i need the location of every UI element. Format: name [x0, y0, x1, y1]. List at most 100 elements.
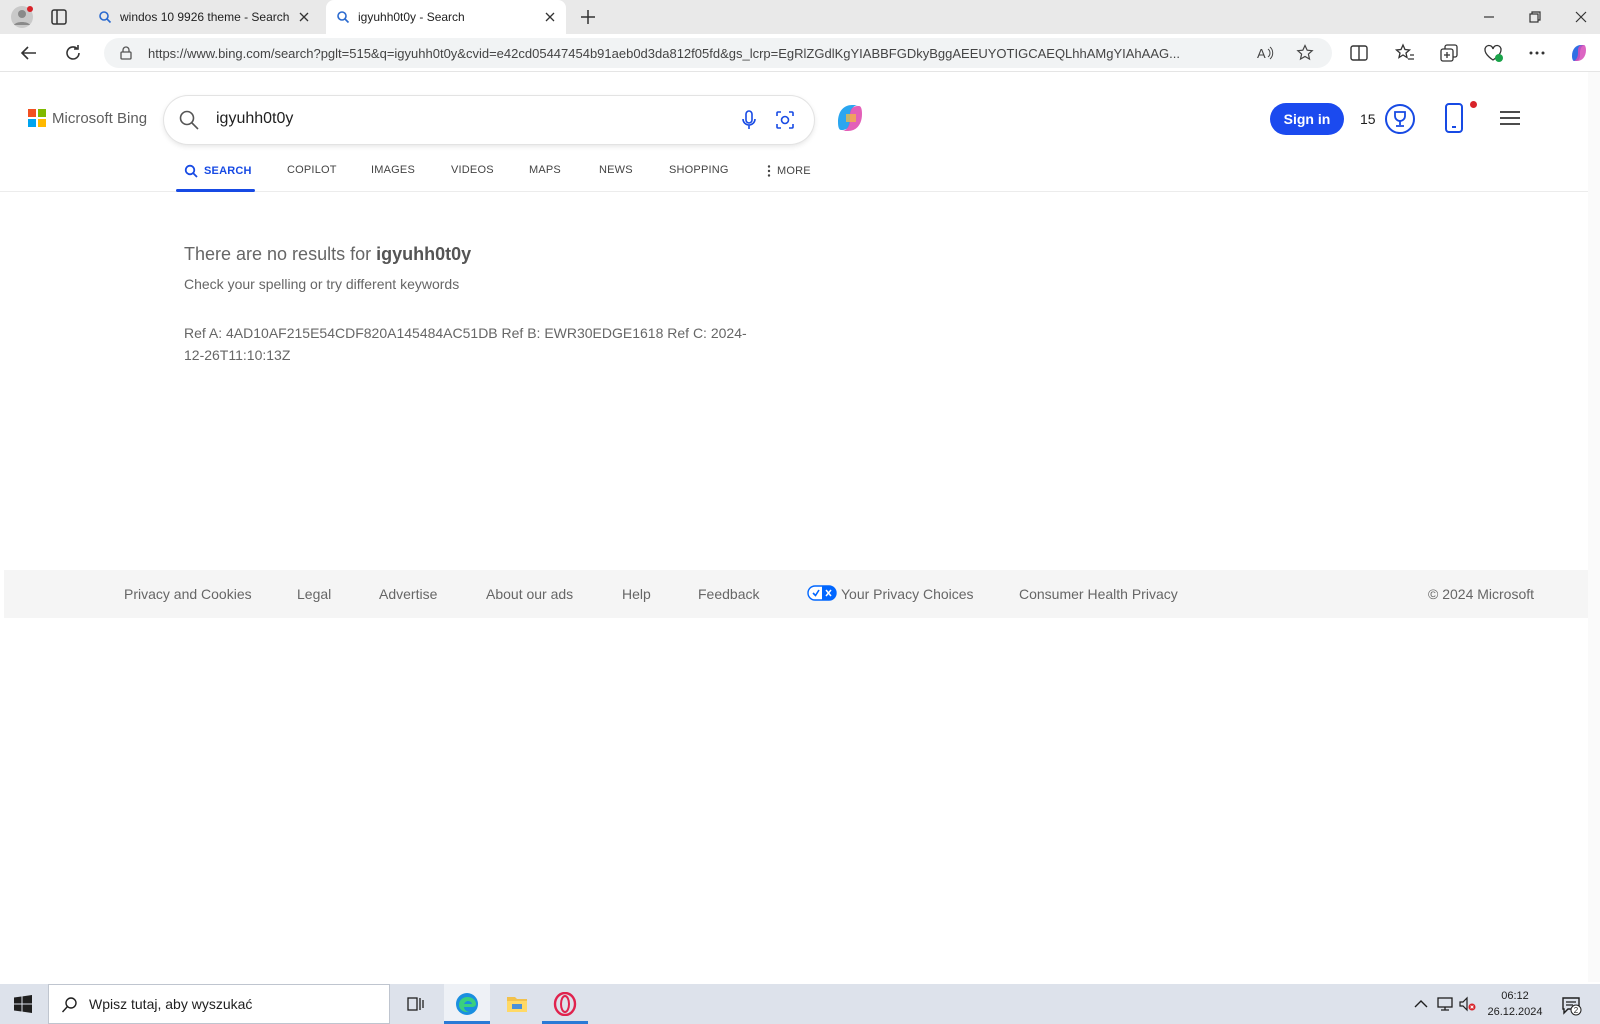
microsoft-logo-icon	[28, 109, 46, 127]
read-aloud-icon[interactable]: A	[1256, 44, 1274, 62]
footer-link-advertise[interactable]: Advertise	[379, 586, 437, 602]
sign-in-button[interactable]: Sign in	[1270, 103, 1344, 135]
taskbar-search-box[interactable]: Wpisz tutaj, aby wyszukać	[48, 984, 390, 1024]
notification-dot	[1470, 101, 1477, 108]
taskbar-file-explorer[interactable]	[494, 984, 540, 1024]
search-nav-bar: SEARCH COPILOT IMAGES VIDEOS MAPS NEWS S…	[0, 156, 1596, 192]
bing-wordmark: Microsoft Bing	[52, 109, 148, 127]
rewards-points[interactable]: 15	[1360, 111, 1376, 127]
tab-actions-icon[interactable]	[50, 8, 68, 26]
rewards-trophy-icon[interactable]	[1384, 103, 1416, 135]
nav-label: VIDEOS	[451, 164, 494, 176]
opera-browser-icon	[553, 992, 577, 1016]
profile-avatar-icon[interactable]	[10, 5, 34, 29]
taskbar-edge[interactable]	[444, 984, 490, 1024]
reference-ids: Ref A: 4AD10AF215E54CDF820A145484AC51DB …	[184, 325, 747, 363]
search-icon[interactable]	[178, 109, 200, 131]
hamburger-menu-icon[interactable]	[1498, 106, 1522, 130]
tab-title: windos 10 9926 theme - Search	[120, 10, 290, 24]
spelling-hint: Check your spelling or try different key…	[184, 276, 460, 292]
taskbar-search-placeholder: Wpisz tutaj, aby wyszukać	[89, 996, 253, 1012]
footer-link-legal[interactable]: Legal	[297, 586, 331, 602]
tab-videos[interactable]: VIDEOS	[451, 164, 494, 176]
action-center-icon[interactable]: 2	[1560, 994, 1582, 1016]
windows-taskbar: Wpisz tutaj, aby wyszukać 06:12 26.12.20…	[0, 984, 1600, 1024]
address-bar[interactable]: https://www.bing.com/search?pglt=515&q=i…	[104, 38, 1332, 68]
task-view-icon[interactable]	[406, 994, 426, 1014]
close-tab-icon[interactable]	[296, 9, 312, 25]
search-input[interactable]	[216, 110, 696, 128]
lock-icon[interactable]	[118, 45, 134, 61]
system-clock[interactable]: 06:12 26.12.2024	[1480, 988, 1550, 1020]
clock-date: 26.12.2024	[1487, 1006, 1543, 1018]
footer-link-privacy-cookies[interactable]: Privacy and Cookies	[124, 586, 252, 602]
tab-search[interactable]: SEARCH	[184, 164, 252, 178]
tab-images[interactable]: IMAGES	[371, 164, 415, 176]
visual-search-icon[interactable]	[774, 109, 796, 131]
browser-toolbar: https://www.bing.com/search?pglt=515&q=i…	[0, 34, 1600, 72]
privacy-choices-icon[interactable]	[807, 585, 837, 601]
footer-link-consumer-health[interactable]: Consumer Health Privacy	[1019, 586, 1178, 602]
tab-news[interactable]: NEWS	[599, 164, 633, 176]
network-icon[interactable]	[1436, 995, 1454, 1013]
close-window-icon[interactable]	[1570, 6, 1592, 28]
search-favicon-icon	[99, 11, 112, 24]
footer-link-help[interactable]: Help	[622, 586, 651, 602]
volume-muted-icon[interactable]	[1458, 995, 1476, 1013]
clock-time: 06:12	[1501, 990, 1529, 1002]
tab-maps[interactable]: MAPS	[529, 164, 561, 176]
tab-copilot[interactable]: COPILOT	[287, 164, 337, 176]
browser-tab-strip: windos 10 9926 theme - Search igyuhh0t0y…	[0, 0, 1600, 34]
page-footer: Privacy and Cookies Legal Advertise Abou…	[4, 570, 1596, 618]
browser-essentials-icon[interactable]	[1482, 42, 1504, 64]
nav-label: MAPS	[529, 164, 561, 176]
no-results-prefix: There are no results for	[184, 244, 372, 264]
show-hidden-icons-chevron-icon[interactable]	[1412, 995, 1430, 1013]
nav-label: SEARCH	[204, 165, 252, 177]
favorite-star-icon[interactable]	[1296, 44, 1314, 62]
page-scrollbar[interactable]	[1588, 72, 1600, 982]
refresh-icon[interactable]	[62, 42, 84, 64]
back-arrow-icon[interactable]	[18, 42, 40, 64]
notification-count: 2	[1574, 1006, 1579, 1015]
tab-igyuhh0t0y-search[interactable]: igyuhh0t0y - Search	[326, 0, 566, 34]
taskbar-opera[interactable]	[542, 984, 588, 1024]
restore-icon[interactable]	[1524, 6, 1546, 28]
new-tab-icon[interactable]	[578, 7, 598, 27]
nav-label: MORE	[777, 165, 811, 177]
nav-label: NEWS	[599, 164, 633, 176]
nav-label: SHOPPING	[669, 164, 729, 176]
search-box[interactable]	[164, 96, 814, 144]
url-text[interactable]: https://www.bing.com/search?pglt=515&q=i…	[148, 46, 1238, 61]
tab-windos-search[interactable]: windos 10 9926 theme - Search	[88, 0, 326, 34]
footer-link-about-ads[interactable]: About our ads	[486, 586, 573, 602]
copilot-logo-icon[interactable]	[832, 100, 868, 136]
bing-logo[interactable]: Microsoft Bing	[28, 109, 147, 127]
windows-start-icon[interactable]	[14, 995, 32, 1013]
no-results-query: igyuhh0t0y	[376, 244, 472, 264]
nav-label: IMAGES	[371, 164, 415, 176]
split-screen-icon[interactable]	[1348, 42, 1370, 64]
file-explorer-icon	[507, 997, 527, 1012]
footer-link-privacy-choices[interactable]: Your Privacy Choices	[841, 586, 974, 602]
svg-text:A: A	[1257, 46, 1266, 61]
tab-more[interactable]: MORE	[766, 164, 811, 178]
search-icon	[61, 997, 77, 1013]
mobile-phone-icon[interactable]	[1442, 102, 1466, 134]
search-tab-icon	[184, 164, 198, 178]
tab-title: igyuhh0t0y - Search	[358, 10, 465, 24]
no-results-heading: There are no results for igyuhh0t0y	[184, 244, 471, 265]
favorites-icon[interactable]	[1394, 42, 1416, 64]
edge-browser-icon	[456, 993, 478, 1015]
more-dots-icon	[767, 165, 771, 177]
close-tab-icon[interactable]	[542, 9, 558, 25]
microphone-icon[interactable]	[738, 109, 760, 131]
copilot-sidebar-icon[interactable]	[1568, 42, 1590, 64]
tab-shopping[interactable]: SHOPPING	[669, 164, 729, 176]
more-options-icon[interactable]	[1526, 42, 1548, 64]
minimize-icon[interactable]	[1478, 6, 1500, 28]
footer-copyright: © 2024 Microsoft	[1428, 586, 1535, 602]
collections-icon[interactable]	[1438, 42, 1460, 64]
footer-link-feedback[interactable]: Feedback	[698, 586, 759, 602]
search-favicon-icon	[337, 11, 350, 24]
